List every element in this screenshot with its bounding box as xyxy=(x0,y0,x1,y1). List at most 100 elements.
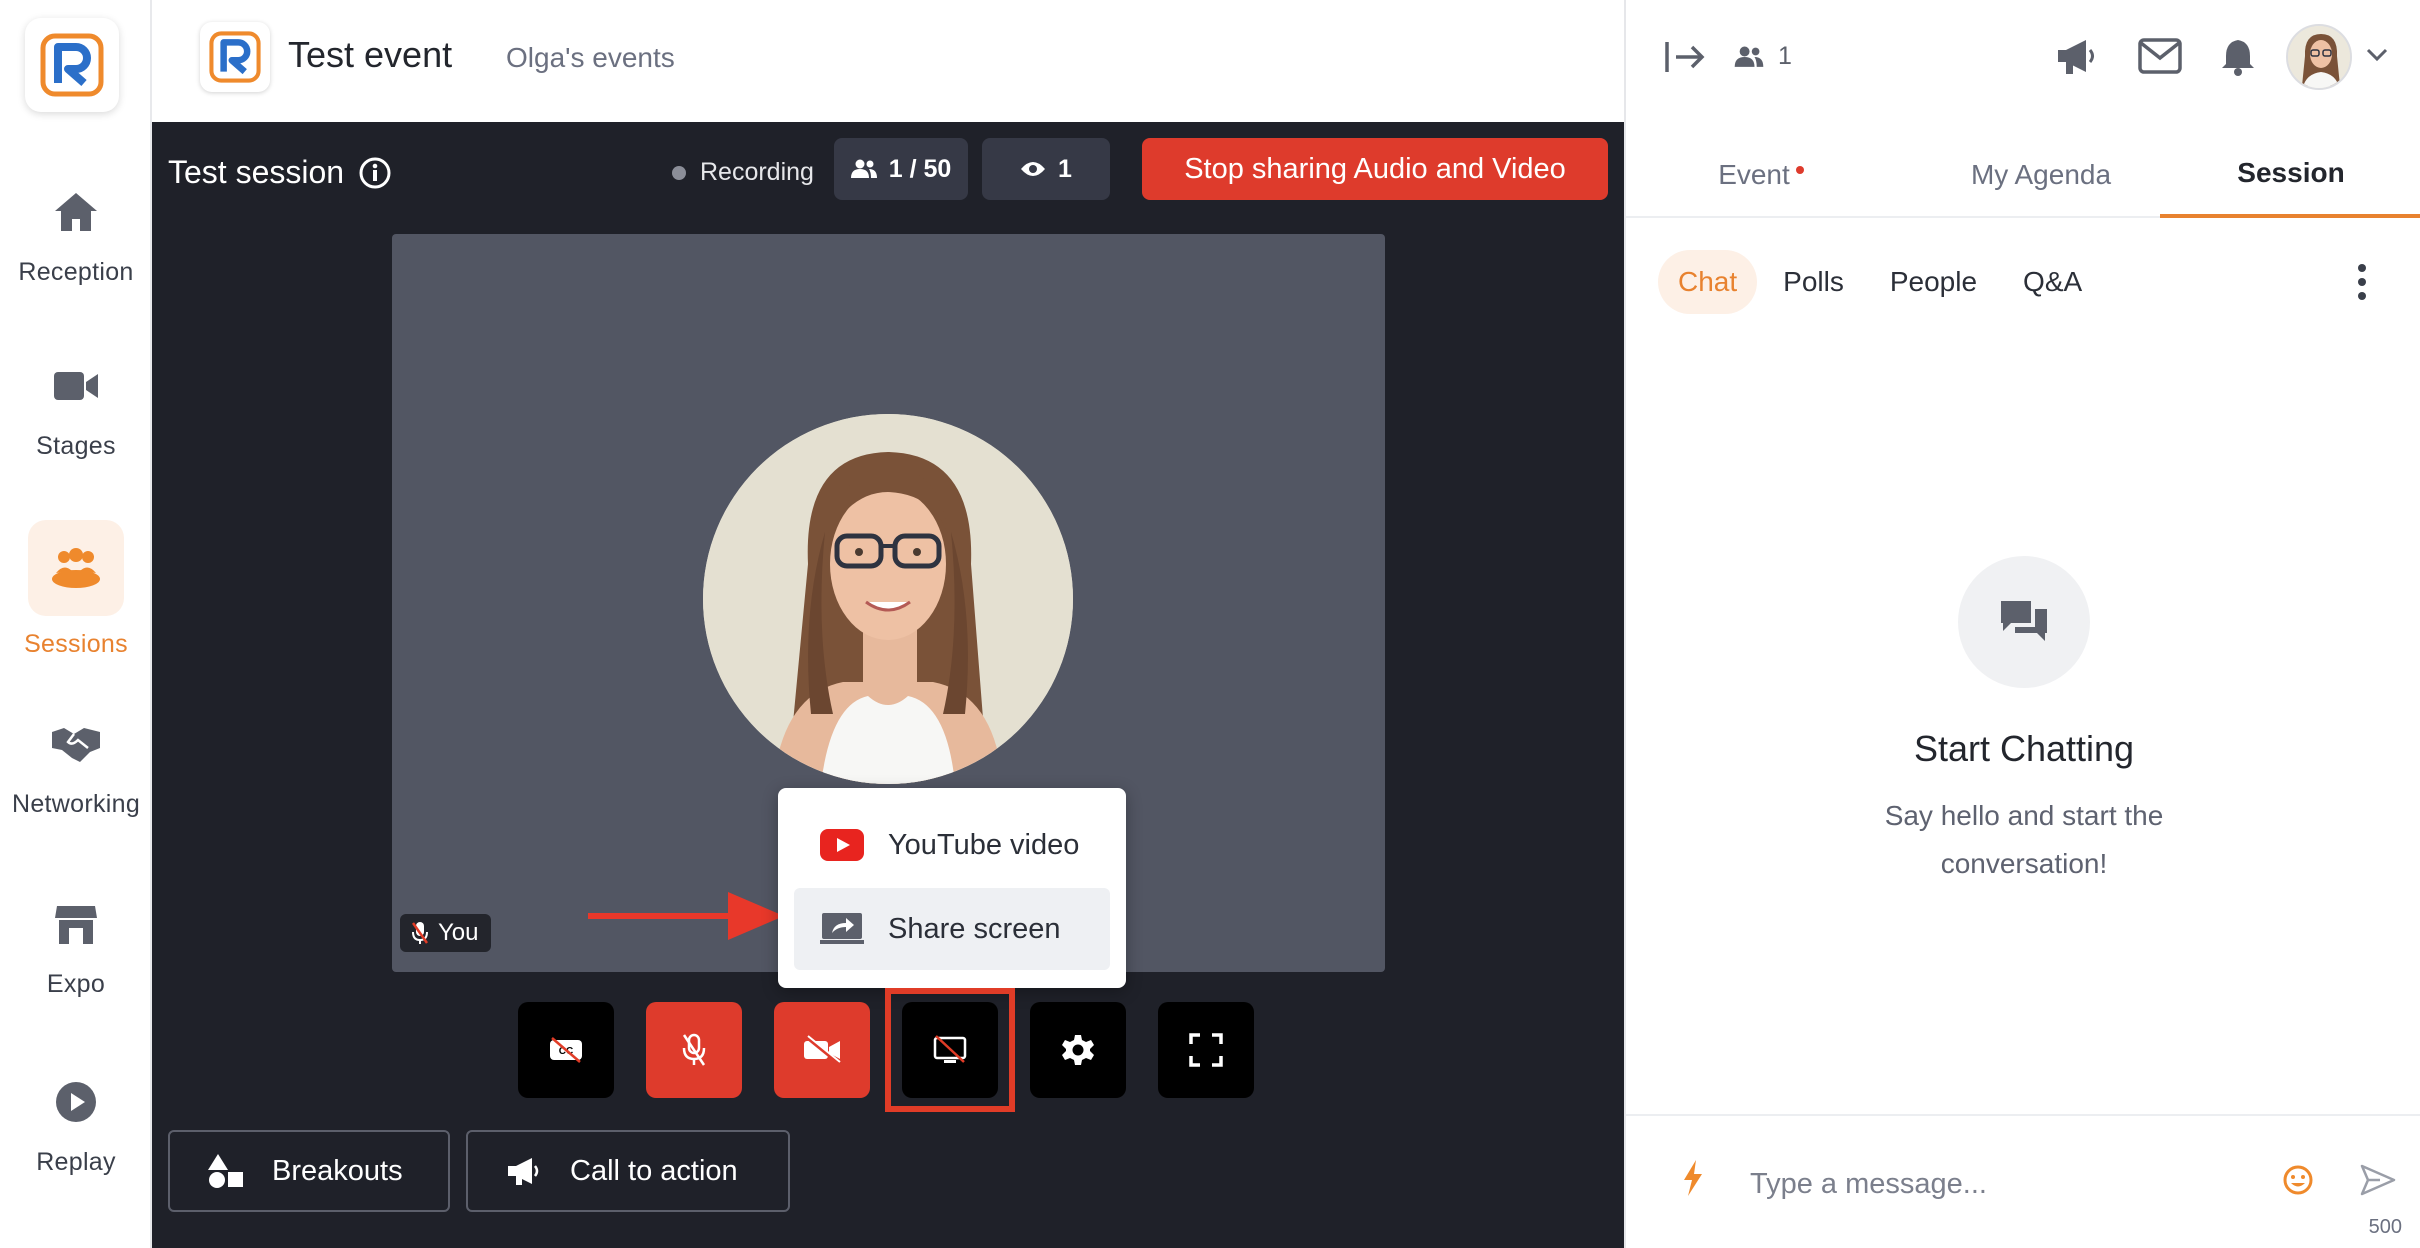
annotation-arrow-icon xyxy=(588,892,784,940)
person-photo xyxy=(703,414,1073,784)
right-panel: 1 Event My Agenda Session Chat Polls Peo… xyxy=(1624,0,2420,1248)
fullscreen-icon xyxy=(1189,1033,1223,1067)
participant-name-tag: You xyxy=(400,914,491,952)
tab-session-label: Session xyxy=(2237,157,2345,188)
user-avatar-photo xyxy=(2288,26,2350,88)
chevron-down-icon[interactable] xyxy=(2366,48,2388,62)
left-navigation: Reception Stages Sessions Networking Exp… xyxy=(0,0,152,1248)
fullscreen-button[interactable] xyxy=(1158,1002,1254,1098)
mic-off-icon xyxy=(412,922,428,944)
panel-tabs: Event My Agenda Session xyxy=(1626,132,2420,218)
nav-label: Reception xyxy=(18,258,134,286)
session-title-text: Test session xyxy=(168,154,345,190)
nav-item-sessions[interactable]: Sessions xyxy=(0,520,152,670)
emoji-icon[interactable] xyxy=(2282,1164,2314,1196)
nav-label: Networking xyxy=(11,790,141,818)
mic-off-icon xyxy=(682,1033,706,1066)
nav-item-reception[interactable]: Reception xyxy=(0,164,152,314)
bell-icon[interactable] xyxy=(2220,38,2256,76)
mail-icon[interactable] xyxy=(2138,38,2182,74)
annotation-highlight-box xyxy=(885,988,1015,1112)
captions-toggle-button[interactable]: CC xyxy=(518,1002,614,1098)
lightning-icon[interactable] xyxy=(1682,1160,1704,1196)
nav-label: Expo xyxy=(46,970,106,998)
recording-dot-icon xyxy=(672,165,686,180)
event-logo-icon xyxy=(209,31,261,83)
app-logo-icon xyxy=(40,33,104,97)
viewers-count: 1 xyxy=(1058,154,1072,183)
nav-label: Stages xyxy=(36,432,116,460)
gear-icon xyxy=(1062,1035,1094,1065)
info-icon[interactable] xyxy=(358,156,392,190)
tab-event-label: Event xyxy=(1718,159,1790,190)
send-icon[interactable] xyxy=(2360,1164,2396,1196)
message-input[interactable] xyxy=(1750,1162,2250,1206)
settings-button[interactable] xyxy=(1030,1002,1126,1098)
breakouts-button[interactable]: Breakouts xyxy=(168,1130,450,1212)
breakouts-label: Breakouts xyxy=(272,1154,403,1187)
event-title: Test event xyxy=(288,34,453,75)
nav-item-expo[interactable]: Expo xyxy=(0,876,152,1026)
empty-state-subtitle: Say hello and start the conversation! xyxy=(1626,792,2420,888)
eye-icon xyxy=(1021,162,1046,176)
session-stage: Test session Recording 1 / 50 1 Stop sha… xyxy=(152,122,1624,1248)
viewers-badge[interactable]: 1 xyxy=(982,138,1110,200)
shapes-icon xyxy=(208,1154,243,1188)
people-icon xyxy=(1734,46,1764,67)
chat-bubbles-icon xyxy=(1958,556,2090,688)
captions-off-icon: CC xyxy=(550,1037,582,1063)
empty-state-title: Start Chatting xyxy=(1913,728,2135,769)
youtube-icon xyxy=(820,829,864,861)
session-sub-tabs: Chat Polls People Q&A xyxy=(1658,250,2102,314)
participant-avatar xyxy=(703,414,1073,784)
video-camera-icon xyxy=(28,338,124,434)
share-menu: YouTube video Share screen xyxy=(778,788,1126,988)
storefront-icon xyxy=(28,876,124,972)
user-avatar[interactable] xyxy=(2286,24,2352,90)
camera-toggle-button[interactable] xyxy=(774,1002,870,1098)
recording-label: Recording xyxy=(700,158,814,186)
event-header: Test event Olga's events xyxy=(152,0,1624,122)
chat-empty-state: Start Chatting Say hello and start the c… xyxy=(1626,556,2420,888)
right-panel-header: 1 xyxy=(1626,0,2420,118)
camera-off-icon xyxy=(804,1035,841,1065)
share-screen-icon xyxy=(820,913,864,944)
tab-my-agenda[interactable]: My Agenda xyxy=(1916,132,2166,218)
stop-sharing-button[interactable]: Stop sharing Audio and Video xyxy=(1142,138,1608,200)
megaphone-icon xyxy=(508,1158,539,1185)
more-options-icon[interactable] xyxy=(2356,262,2368,302)
share-youtube-label: YouTube video xyxy=(888,828,1080,861)
message-composer: 500 xyxy=(1626,1114,2420,1248)
recording-indicator: Recording xyxy=(672,158,814,187)
collapse-panel-icon[interactable] xyxy=(1664,40,1706,74)
nav-item-stages[interactable]: Stages xyxy=(0,338,152,488)
sub-tab-chat[interactable]: Chat xyxy=(1658,250,1758,314)
call-to-action-label: Call to action xyxy=(570,1154,738,1187)
handshake-icon xyxy=(28,696,124,792)
microphone-toggle-button[interactable] xyxy=(646,1002,742,1098)
share-youtube-option[interactable]: YouTube video xyxy=(794,804,1110,886)
organizer-link[interactable]: Olga's events xyxy=(506,42,675,74)
play-circle-icon xyxy=(28,1054,124,1150)
tab-agenda-label: My Agenda xyxy=(1970,159,2112,190)
session-title: Test session xyxy=(168,154,392,191)
sub-tab-polls[interactable]: Polls xyxy=(1763,250,1864,314)
share-screen-option[interactable]: Share screen xyxy=(794,888,1110,970)
app-logo[interactable] xyxy=(25,18,119,112)
share-screen-label: Share screen xyxy=(888,912,1061,945)
nav-label: Replay xyxy=(36,1148,116,1176)
attendees-count: 1 / 50 xyxy=(888,154,952,183)
tab-session[interactable]: Session xyxy=(2160,132,2420,218)
sub-tab-people[interactable]: People xyxy=(1870,250,1997,314)
nav-item-networking[interactable]: Networking xyxy=(0,696,152,846)
call-to-action-button[interactable]: Call to action xyxy=(466,1130,790,1212)
sub-tab-qa[interactable]: Q&A xyxy=(2003,250,2102,314)
nav-item-replay[interactable]: Replay xyxy=(0,1054,152,1204)
attendees-badge[interactable]: 1 / 50 xyxy=(834,138,968,200)
empty-state-line-2: conversation! xyxy=(1940,848,2108,879)
online-count[interactable]: 1 xyxy=(1734,42,1792,71)
event-logo[interactable] xyxy=(200,22,270,92)
unread-dot-icon xyxy=(1795,166,1804,174)
megaphone-icon[interactable] xyxy=(2056,38,2100,76)
tab-event[interactable]: Event xyxy=(1656,132,1866,218)
